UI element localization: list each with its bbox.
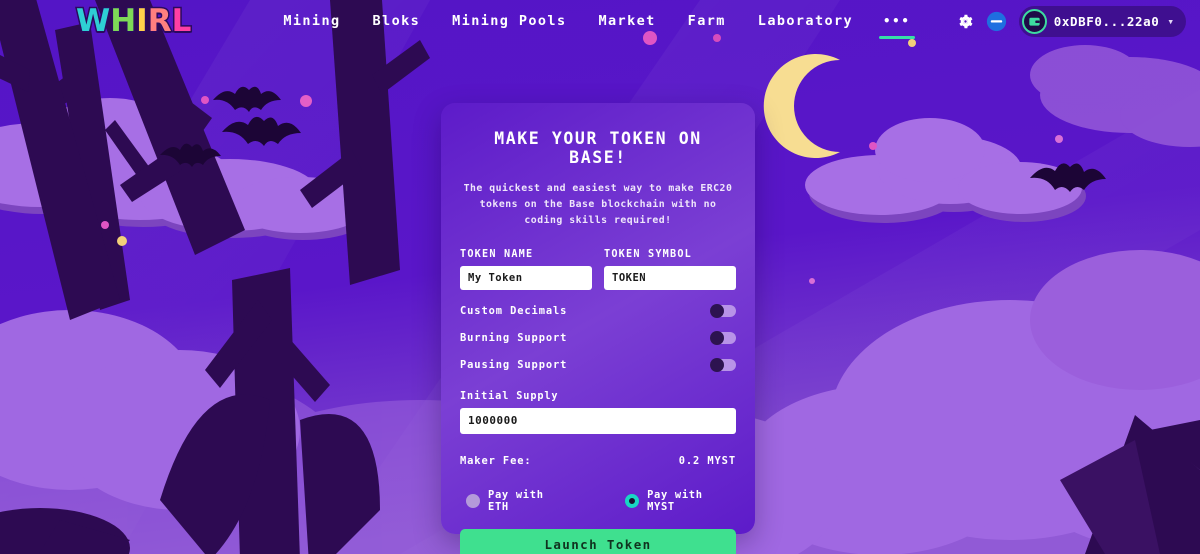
radio-selected-icon — [625, 493, 640, 508]
nav-item-bloks[interactable]: Bloks — [357, 10, 437, 32]
nav-item-laboratory[interactable]: Laboratory — [742, 10, 869, 32]
pay-with-eth-option[interactable]: Pay with ETH — [466, 489, 570, 513]
burning-support-toggle[interactable] — [710, 330, 736, 345]
token-name-input[interactable] — [460, 265, 592, 290]
maker-fee-row: Maker Fee: 0.2 MYST — [460, 455, 736, 467]
pausing-support-label: Pausing Support — [460, 358, 568, 371]
logo-letter-l: L — [170, 2, 193, 39]
logo-letter-h: H — [109, 2, 138, 39]
top-navigation: W H I R L Mining Bloks Mining Pools Mark… — [0, 0, 1200, 42]
wallet-icon — [1029, 17, 1040, 26]
nav-item-mining[interactable]: Mining — [267, 10, 356, 32]
logo-letter-r: R — [146, 2, 173, 39]
chevron-down-icon: ▾ — [1167, 14, 1174, 28]
brand-logo[interactable]: W H I R L — [74, 2, 193, 39]
name-symbol-row: TOKEN NAME TOKEN SYMBOL — [460, 249, 736, 290]
token-symbol-input[interactable] — [604, 265, 736, 290]
toggle-knob — [710, 357, 724, 372]
custom-decimals-toggle[interactable] — [710, 303, 736, 318]
custom-decimals-label: Custom Decimals — [460, 304, 568, 317]
settings-button[interactable] — [957, 13, 974, 30]
token-name-field: TOKEN NAME — [460, 249, 592, 290]
base-network-icon — [986, 11, 1006, 31]
payment-options: Pay with ETH Pay with MYST — [460, 489, 736, 513]
wallet-address: 0xDBF0...22a0 — [1053, 13, 1160, 29]
custom-decimals-row: Custom Decimals — [460, 303, 736, 318]
nav-right-controls: 0xDBF0...22a0 ▾ — [957, 5, 1186, 37]
initial-supply-label: Initial Supply — [460, 390, 559, 402]
token-creation-card: MAKE YOUR TOKEN ON BASE! The quickest an… — [441, 103, 755, 554]
burning-support-label: Burning Support — [460, 331, 568, 344]
pausing-support-row: Pausing Support — [460, 357, 736, 372]
pausing-support-toggle[interactable] — [710, 357, 736, 372]
gear-icon — [959, 14, 973, 28]
pay-with-eth-label: Pay with ETH — [488, 488, 544, 513]
pay-with-myst-option[interactable]: Pay with MYST — [625, 489, 736, 513]
nav-active-underline — [879, 36, 915, 39]
network-button[interactable] — [986, 11, 1007, 32]
nav-links: Mining Bloks Mining Pools Market Farm La… — [267, 10, 925, 39]
toggle-knob — [710, 303, 724, 318]
nav-item-mining-pools[interactable]: Mining Pools — [436, 10, 582, 32]
logo-letter-w: W — [74, 2, 111, 39]
card-title: MAKE YOUR TOKEN ON BASE! — [494, 129, 702, 167]
maker-fee-value: 0.2 MYST — [678, 454, 736, 467]
maker-fee-label: Maker Fee: — [460, 454, 532, 467]
nav-item-more[interactable]: ••• — [869, 11, 925, 39]
wallet-button[interactable]: 0xDBF0...22a0 ▾ — [1018, 5, 1186, 37]
nav-item-market[interactable]: Market — [583, 10, 672, 32]
logo-letter-i: I — [135, 2, 149, 39]
token-name-label: TOKEN NAME — [460, 248, 534, 260]
nav-more-label: ••• — [883, 14, 911, 28]
radio-unselected-icon — [466, 493, 480, 508]
token-symbol-field: TOKEN SYMBOL — [604, 249, 736, 290]
nav-item-farm[interactable]: Farm — [672, 10, 742, 32]
wallet-avatar — [1021, 8, 1047, 34]
page-root: W H I R L Mining Bloks Mining Pools Mark… — [0, 0, 1200, 554]
token-symbol-label: TOKEN SYMBOL — [604, 248, 693, 260]
toggle-knob — [710, 330, 724, 345]
card-description: The quickest and easiest way to make ERC… — [463, 183, 733, 226]
launch-token-button[interactable]: Launch Token — [460, 528, 736, 554]
initial-supply-input[interactable] — [460, 407, 736, 434]
burning-support-row: Burning Support — [460, 330, 736, 345]
pay-with-myst-label: Pay with MYST — [647, 488, 703, 513]
